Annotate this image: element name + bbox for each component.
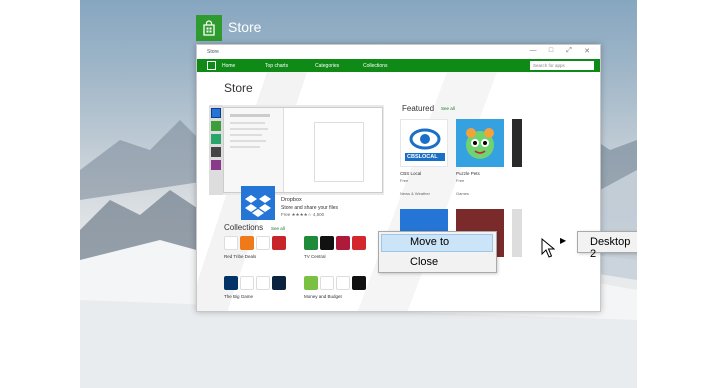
collection-app-icon — [256, 276, 270, 290]
collection-app-icon — [352, 276, 366, 290]
maximize-button[interactable]: □ — [544, 47, 558, 54]
collection-app-icon — [352, 236, 366, 250]
collection-app-icon — [304, 276, 318, 290]
featured-heading: Featured — [402, 104, 435, 113]
fullscreen-button[interactable]: ⤢ — [562, 47, 576, 55]
featured-tile-partial[interactable] — [512, 119, 522, 167]
puzzle-pets-tile[interactable] — [456, 119, 504, 167]
hero-app-description: Store and share your files — [281, 205, 338, 211]
close-window-button[interactable]: ✕ — [580, 47, 594, 55]
store-logo-icon — [207, 61, 216, 70]
featured-see-all-link[interactable]: See all — [441, 106, 455, 111]
puzzle-pets-category: Games — [456, 191, 469, 196]
puzzle-pet-icon — [466, 128, 494, 159]
dropbox-app-tile[interactable] — [241, 186, 275, 220]
desktop-background: Store Store — □ ⤢ ✕ Home Top charts Cate… — [80, 0, 637, 388]
collection-app-icon — [304, 236, 318, 250]
collection-name[interactable]: Red Tribe Deals — [224, 254, 256, 259]
cbs-local-tile[interactable]: CBSLOCAL — [400, 119, 448, 167]
collection-app-icon — [272, 236, 286, 250]
submenu-arrow-icon: ▶ — [560, 236, 567, 245]
puzzle-pets-name: Puzzle Pets — [456, 171, 480, 176]
nav-home[interactable]: Home — [222, 63, 235, 69]
collections-heading: Collections — [224, 223, 264, 232]
collection-name[interactable]: TV Central — [304, 254, 326, 259]
nav-categories[interactable]: Categories — [315, 63, 339, 69]
window-title: Store — [207, 49, 219, 55]
menu-item-close[interactable]: Close — [410, 256, 438, 268]
screen-canvas: Store Store — □ ⤢ ✕ Home Top charts Cate… — [0, 0, 720, 388]
store-navbar: Home Top charts Categories Collections S… — [197, 59, 600, 72]
cbs-eye-icon — [405, 128, 445, 161]
shopping-bag-icon — [203, 20, 215, 36]
puzzle-pets-price: Free — [456, 178, 465, 183]
collection-name[interactable]: The Big Game — [224, 294, 253, 299]
hero-app-rating: Free ★★★★☆ 4,500 — [281, 212, 325, 217]
collection-name[interactable]: Money and Budget — [304, 294, 342, 299]
collection-app-icon — [272, 276, 286, 290]
page-title: Store — [224, 81, 253, 95]
collection-app-icon — [336, 276, 350, 290]
cbs-local-category: News & Weather — [400, 191, 430, 196]
hero-app-screenshot — [223, 107, 383, 193]
cbs-local-price: Free — [400, 178, 409, 183]
app-label: Store — [228, 19, 262, 35]
submenu-item-desktop-2[interactable]: Desktop 2 — [590, 236, 637, 260]
minimize-button[interactable]: — — [526, 47, 540, 54]
collection-app-icon — [320, 276, 334, 290]
collection-app-icon — [256, 236, 270, 250]
hero-app-name: Dropbox — [281, 197, 302, 203]
nav-collections[interactable]: Collections — [363, 63, 387, 69]
collection-app-icon — [320, 236, 334, 250]
nav-top-charts[interactable]: Top charts — [265, 63, 288, 69]
collection-app-icon — [224, 236, 238, 250]
cbs-local-tile-text: CBSLOCAL — [407, 154, 438, 160]
window-titlebar[interactable]: Store — □ ⤢ ✕ — [197, 45, 600, 59]
collections-see-all-link[interactable]: See all — [271, 226, 285, 231]
menu-item-move-to-label: Move to — [410, 236, 450, 248]
collection-app-icon — [336, 236, 350, 250]
featured-tile-partial-2[interactable] — [512, 209, 522, 257]
search-input[interactable]: Search for apps — [530, 61, 594, 70]
collection-app-icon — [240, 276, 254, 290]
cbs-local-name: CBS Local — [400, 171, 422, 176]
dropbox-icon — [245, 195, 271, 217]
collection-app-icon — [224, 276, 238, 290]
store-app-tile[interactable] — [196, 15, 222, 41]
hero-app-list — [209, 105, 223, 195]
collection-app-icon — [240, 236, 254, 250]
mouse-cursor-icon — [541, 238, 555, 258]
